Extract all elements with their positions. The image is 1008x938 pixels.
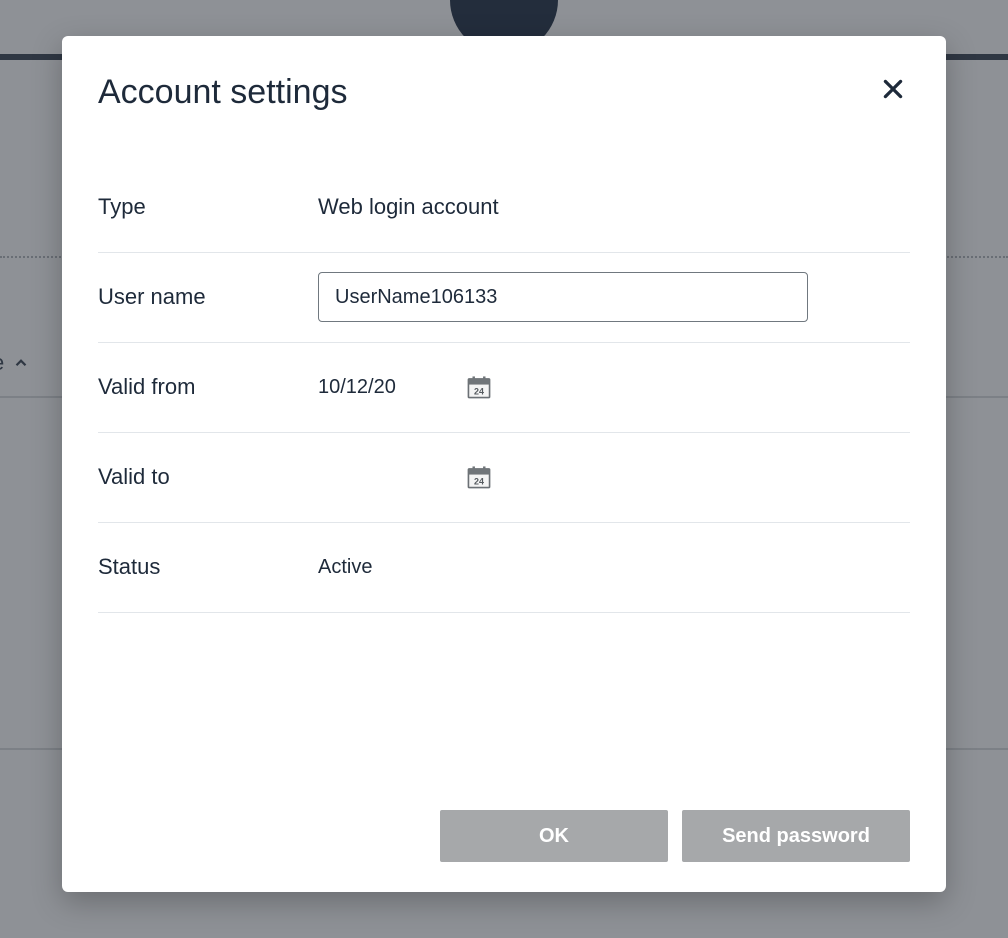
row-type: Type Web login account	[98, 163, 910, 253]
calendar-icon: 24	[466, 464, 492, 490]
label-username: User name	[98, 284, 318, 310]
row-username: User name	[98, 253, 910, 343]
svg-text:24: 24	[474, 477, 484, 487]
valid-from-datepicker-button[interactable]: 24	[466, 374, 492, 400]
label-type: Type	[98, 194, 318, 220]
label-status: Status	[98, 554, 318, 580]
row-status: Status Active	[98, 523, 910, 613]
close-button[interactable]	[876, 72, 910, 106]
form-rows: Type Web login account User name Valid f…	[98, 163, 910, 613]
send-password-button[interactable]: Send password	[682, 810, 910, 862]
modal-title: Account settings	[98, 72, 347, 113]
label-valid-to: Valid to	[98, 464, 318, 490]
ok-button[interactable]: OK	[440, 810, 668, 862]
modal-footer: OK Send password	[98, 810, 910, 862]
label-valid-from: Valid from	[98, 374, 318, 400]
svg-text:24: 24	[474, 387, 484, 397]
value-type: Web login account	[318, 194, 499, 220]
close-icon	[880, 76, 906, 102]
calendar-icon: 24	[466, 374, 492, 400]
row-valid-to: Valid to 24	[98, 433, 910, 523]
row-valid-from: Valid from 10/12/20 24	[98, 343, 910, 433]
valid-to-datepicker-button[interactable]: 24	[466, 464, 492, 490]
modal-header: Account settings	[98, 72, 910, 113]
value-status: Active	[318, 556, 372, 579]
account-settings-modal: Account settings Type Web login account …	[62, 36, 946, 892]
username-input[interactable]	[318, 272, 808, 322]
value-valid-from: 10/12/20	[318, 376, 426, 399]
